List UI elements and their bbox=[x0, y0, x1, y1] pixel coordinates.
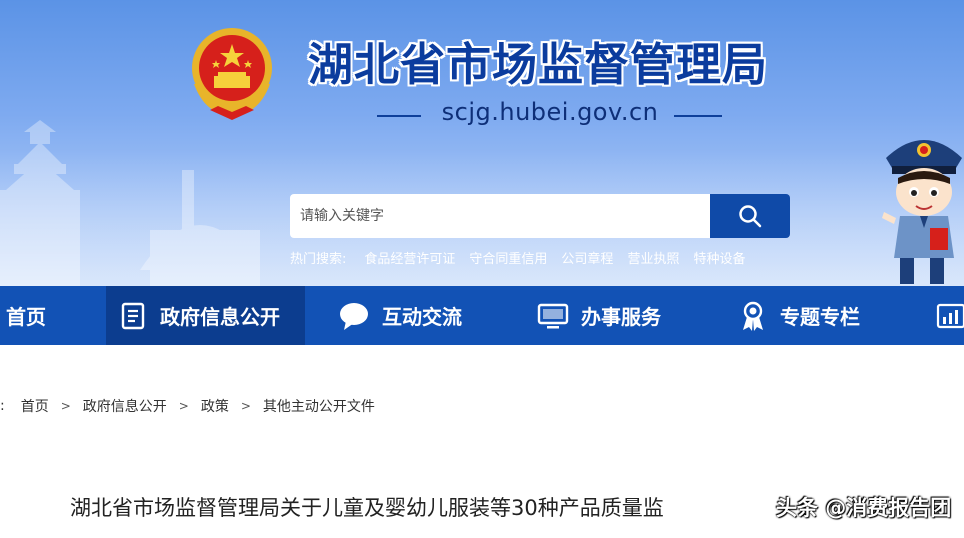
breadcrumb-lead: : bbox=[0, 398, 5, 414]
hot-search-link[interactable]: 食品经营许可证 bbox=[364, 248, 455, 268]
bar-chart-icon bbox=[936, 303, 964, 328]
watermark-text: 头条 @消费报告团 bbox=[776, 496, 952, 520]
breadcrumb-link-other-files[interactable]: 其他主动公开文件 bbox=[263, 396, 375, 416]
breadcrumb-link-home[interactable]: 首页 bbox=[21, 396, 49, 416]
search-input[interactable] bbox=[290, 194, 710, 238]
award-ribbon-icon bbox=[743, 301, 763, 331]
hot-search-bar: 热门搜索: 食品经营许可证 守合同重信用 公司章程 营业执照 特种设备 bbox=[290, 248, 759, 268]
nav-item-label: 专题专栏 bbox=[780, 305, 860, 329]
site-title: 湖北省市场监督管理局 bbox=[308, 38, 769, 91]
nav-item-label: 政府信息公开 bbox=[160, 305, 280, 329]
nav-item-government-info[interactable]: 政府信息公开 bbox=[106, 286, 305, 345]
nav-item-home[interactable]: 首页 bbox=[6, 286, 46, 345]
chat-bubble-icon bbox=[340, 302, 368, 330]
officer-mascot-illustration bbox=[882, 140, 962, 284]
breadcrumb-separator: > bbox=[178, 399, 189, 413]
breadcrumb-separator: > bbox=[240, 399, 251, 413]
nav-item-services[interactable]: 办事服务 bbox=[537, 286, 661, 345]
breadcrumb-separator: > bbox=[60, 399, 71, 413]
domain-divider-right bbox=[674, 115, 722, 117]
nav-item-label: 首页 bbox=[6, 305, 46, 329]
hot-search-link[interactable]: 守合同重信用 bbox=[469, 248, 547, 268]
hot-search-link[interactable]: 营业执照 bbox=[627, 248, 679, 268]
nav-item-label: 互动交流 bbox=[382, 305, 462, 329]
breadcrumb: : 首页 > 政府信息公开 > 政策 > 其他主动公开文件 bbox=[0, 396, 375, 416]
breadcrumb-link-policy[interactable]: 政策 bbox=[201, 396, 229, 416]
document-icon bbox=[121, 302, 145, 329]
domain-divider-left bbox=[377, 115, 421, 117]
nav-item-special-topics[interactable]: 专题专栏 bbox=[738, 286, 860, 345]
header-banner: 湖北省市场监督管理局 scjg.hubei.gov.cn 热门搜索: 食品经营许… bbox=[0, 0, 964, 286]
hot-search-link[interactable]: 特种设备 bbox=[693, 248, 745, 268]
nav-item-label: 办事服务 bbox=[581, 305, 661, 329]
hot-search-link[interactable]: 公司章程 bbox=[561, 248, 613, 268]
search-icon bbox=[739, 205, 762, 228]
hot-search-label: 热门搜索: bbox=[290, 252, 347, 267]
nav-item-interaction[interactable]: 互动交流 bbox=[338, 286, 462, 345]
search-button[interactable] bbox=[710, 194, 790, 238]
monitor-icon bbox=[537, 303, 569, 328]
nav-item-data[interactable] bbox=[936, 286, 964, 345]
site-domain: scjg.hubei.gov.cn bbox=[441, 98, 659, 126]
national-emblem-logo bbox=[192, 28, 272, 120]
breadcrumb-link-government-info[interactable]: 政府信息公开 bbox=[83, 396, 167, 416]
main-nav: 首页 政府信息公开 互动交流 办事服务 专题专栏 bbox=[0, 286, 964, 345]
yellow-crane-tower-illustration bbox=[0, 120, 260, 286]
